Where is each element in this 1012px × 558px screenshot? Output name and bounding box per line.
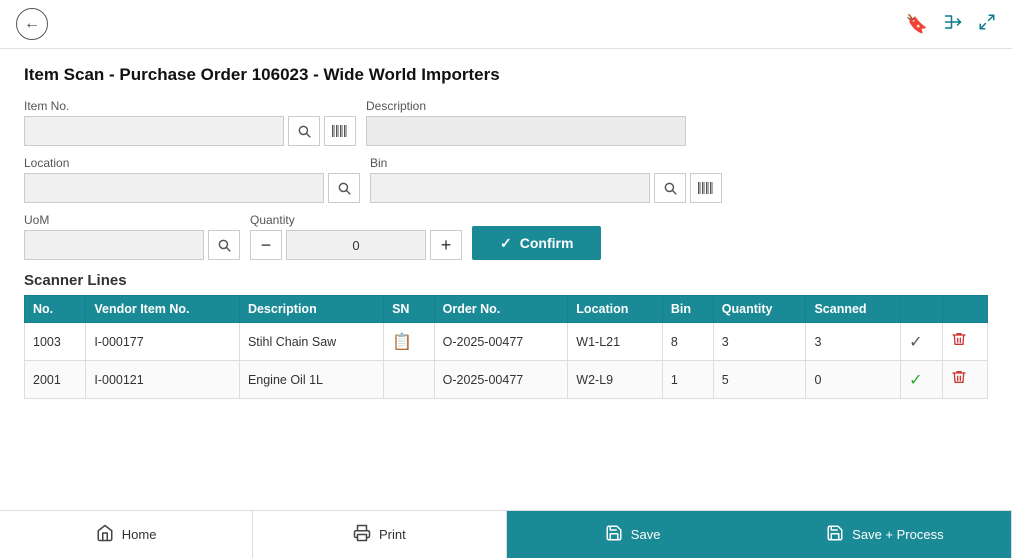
col-quantity: Quantity	[713, 296, 806, 323]
col-bin: Bin	[662, 296, 713, 323]
item-no-barcode-button[interactable]	[324, 116, 356, 146]
uom-search-button[interactable]	[208, 230, 240, 260]
row-delete-icon[interactable]	[951, 373, 967, 390]
cell-check: ✓	[901, 361, 943, 399]
col-sn: SN	[384, 296, 435, 323]
footer-bar: Home Print Save Save + Process	[0, 510, 1012, 558]
item-no-label: Item No.	[24, 99, 356, 113]
description-input[interactable]	[366, 116, 686, 146]
quantity-input[interactable]	[286, 230, 426, 260]
cell-quantity: 3	[713, 323, 806, 361]
location-label: Location	[24, 156, 360, 170]
bin-input[interactable]	[370, 173, 650, 203]
description-group: Description	[366, 99, 686, 146]
share-icon[interactable]	[944, 13, 962, 36]
save-process-label: Save + Process	[852, 527, 943, 542]
col-action2	[942, 296, 987, 323]
cell-bin: 8	[662, 323, 713, 361]
top-bar: ← 🔖	[0, 0, 1012, 49]
bin-label: Bin	[370, 156, 722, 170]
cell-order-no: O-2025-00477	[434, 361, 568, 399]
col-description: Description	[239, 296, 383, 323]
col-location: Location	[568, 296, 663, 323]
save-icon	[605, 524, 623, 545]
back-icon: ←	[24, 15, 40, 33]
cell-delete	[942, 361, 987, 399]
print-button[interactable]: Print	[253, 511, 506, 558]
location-search-button[interactable]	[328, 173, 360, 203]
item-no-search-button[interactable]	[288, 116, 320, 146]
uom-label: UoM	[24, 213, 240, 227]
item-no-input[interactable]	[24, 116, 284, 146]
col-order-no: Order No.	[434, 296, 568, 323]
table-header-row: No. Vendor Item No. Description SN Order…	[25, 296, 988, 323]
bin-group: Bin	[370, 156, 722, 203]
save-process-button[interactable]: Save + Process	[759, 511, 1012, 558]
cell-order-no: O-2025-00477	[434, 323, 568, 361]
cell-vendor-item-no: I-000177	[86, 323, 240, 361]
print-label: Print	[379, 527, 406, 542]
cell-no: 1003	[25, 323, 86, 361]
cell-description: Stihl Chain Saw	[239, 323, 383, 361]
cell-location: W1-L21	[568, 323, 663, 361]
cell-location: W2-L9	[568, 361, 663, 399]
bin-search-button[interactable]	[654, 173, 686, 203]
quantity-minus-button[interactable]: −	[250, 230, 282, 260]
uom-group: UoM	[24, 213, 240, 260]
home-button[interactable]: Home	[0, 511, 253, 558]
cell-description: Engine Oil 1L	[239, 361, 383, 399]
cell-delete	[942, 323, 987, 361]
top-icons: 🔖	[906, 13, 996, 36]
row-check-green-icon[interactable]: ✓	[909, 372, 922, 389]
bookmark-icon[interactable]: 🔖	[906, 14, 928, 35]
expand-icon[interactable]	[978, 13, 996, 36]
col-scanned: Scanned	[806, 296, 901, 323]
scanner-table: No. Vendor Item No. Description SN Order…	[24, 295, 988, 399]
form-row-1: Item No. Description	[24, 99, 988, 146]
cell-scanned: 3	[806, 323, 901, 361]
cell-bin: 1	[662, 361, 713, 399]
location-group: Location	[24, 156, 360, 203]
scanner-lines-title: Scanner Lines	[24, 272, 988, 289]
cell-sn	[384, 361, 435, 399]
location-input[interactable]	[24, 173, 324, 203]
col-no: No.	[25, 296, 86, 323]
cell-vendor-item-no: I-000121	[86, 361, 240, 399]
col-action1	[901, 296, 943, 323]
cell-scanned: 0	[806, 361, 901, 399]
sn-icon[interactable]: 📋	[392, 334, 412, 351]
cell-check: ✓	[901, 323, 943, 361]
page-title: Item Scan - Purchase Order 106023 - Wide…	[24, 65, 988, 85]
form-row-2: Location Bin	[24, 156, 988, 203]
cell-sn: 📋	[384, 323, 435, 361]
row-check-icon[interactable]: ✓	[909, 334, 922, 351]
save-label: Save	[631, 527, 661, 542]
confirm-check-icon: ✓	[500, 235, 512, 252]
home-icon	[96, 524, 114, 545]
row-delete-icon[interactable]	[951, 335, 967, 352]
description-label: Description	[366, 99, 686, 113]
quantity-label: Quantity	[250, 213, 462, 227]
col-vendor-item-no: Vendor Item No.	[86, 296, 240, 323]
page-content: Item Scan - Purchase Order 106023 - Wide…	[0, 49, 1012, 399]
table-row: 2001 I-000121 Engine Oil 1L O-2025-00477…	[25, 361, 988, 399]
cell-no: 2001	[25, 361, 86, 399]
save-button[interactable]: Save	[507, 511, 759, 558]
uom-input[interactable]	[24, 230, 204, 260]
save-process-icon	[826, 524, 844, 545]
confirm-label: Confirm	[520, 235, 574, 251]
form-row-3: UoM Quantity − + ✓ Confirm	[24, 213, 988, 260]
back-button[interactable]: ←	[16, 8, 48, 40]
print-icon	[353, 524, 371, 545]
item-no-group: Item No.	[24, 99, 356, 146]
quantity-group: Quantity − +	[250, 213, 462, 260]
confirm-button[interactable]: ✓ Confirm	[472, 226, 601, 260]
home-label: Home	[122, 527, 157, 542]
quantity-plus-button[interactable]: +	[430, 230, 462, 260]
table-row: 1003 I-000177 Stihl Chain Saw 📋 O-2025-0…	[25, 323, 988, 361]
cell-quantity: 5	[713, 361, 806, 399]
bin-barcode-button[interactable]	[690, 173, 722, 203]
